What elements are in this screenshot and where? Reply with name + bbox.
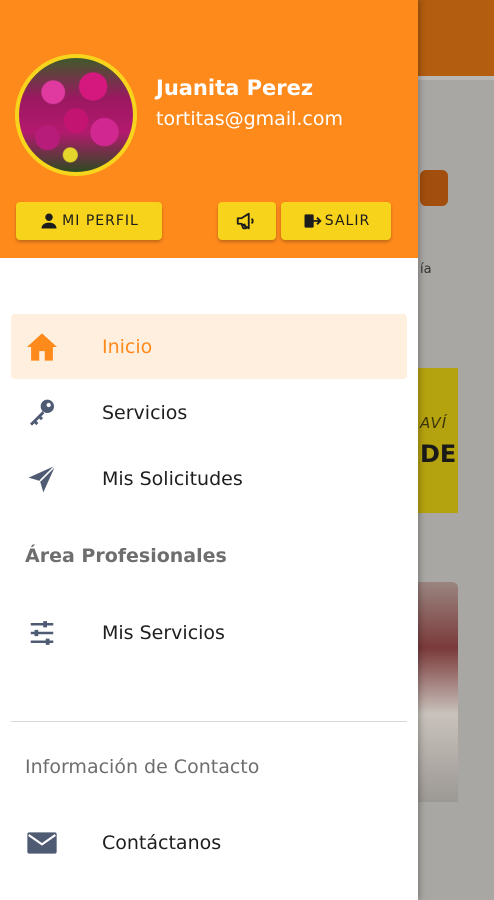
menu-item-label: Mis Servicios	[102, 621, 225, 644]
logout-icon	[304, 214, 322, 228]
section-professional-title: Área Profesionales	[25, 545, 227, 567]
sliders-icon	[25, 616, 59, 650]
background-banner-text-large: DE	[420, 440, 457, 468]
background-banner-text: AVÍ	[420, 414, 448, 432]
menu-item-label: Mis Solicitudes	[102, 467, 243, 490]
my-profile-label: MI PERFIL	[62, 213, 139, 229]
key-icon	[25, 396, 59, 430]
menu-item-contactanos[interactable]: Contáctanos	[11, 810, 407, 875]
my-profile-button[interactable]: MI PERFIL	[16, 202, 162, 240]
menu-item-mis-solicitudes[interactable]: Mis Solicitudes	[11, 446, 407, 511]
megaphone-icon	[236, 212, 254, 230]
background-chip	[420, 170, 448, 206]
divider	[11, 721, 407, 722]
logout-button[interactable]: SALIR	[281, 202, 391, 240]
logout-label: SALIR	[324, 213, 371, 229]
avatar[interactable]	[15, 54, 137, 176]
background-photo	[418, 582, 458, 802]
section-contact-title: Información de Contacto	[25, 756, 260, 778]
mail-icon	[25, 826, 59, 860]
background-text: ía	[420, 262, 432, 277]
announcements-button[interactable]	[218, 202, 276, 240]
home-icon	[25, 330, 59, 364]
navigation-drawer: Juanita Perez tortitas@gmail.com MI PERF…	[0, 0, 418, 900]
person-icon	[41, 213, 57, 229]
menu-item-mis-servicios[interactable]: Mis Servicios	[11, 600, 407, 665]
menu-item-inicio[interactable]: Inicio	[11, 314, 407, 379]
menu-item-label: Servicios	[102, 401, 188, 424]
menu-item-label: Contáctanos	[102, 831, 222, 854]
menu-item-servicios[interactable]: Servicios	[11, 380, 407, 445]
drawer-header: Juanita Perez tortitas@gmail.com MI PERF…	[0, 0, 418, 258]
menu-item-label: Inicio	[102, 335, 153, 358]
send-icon	[25, 462, 59, 496]
user-email: tortitas@gmail.com	[156, 108, 343, 130]
user-name: Juanita Perez	[156, 76, 314, 100]
